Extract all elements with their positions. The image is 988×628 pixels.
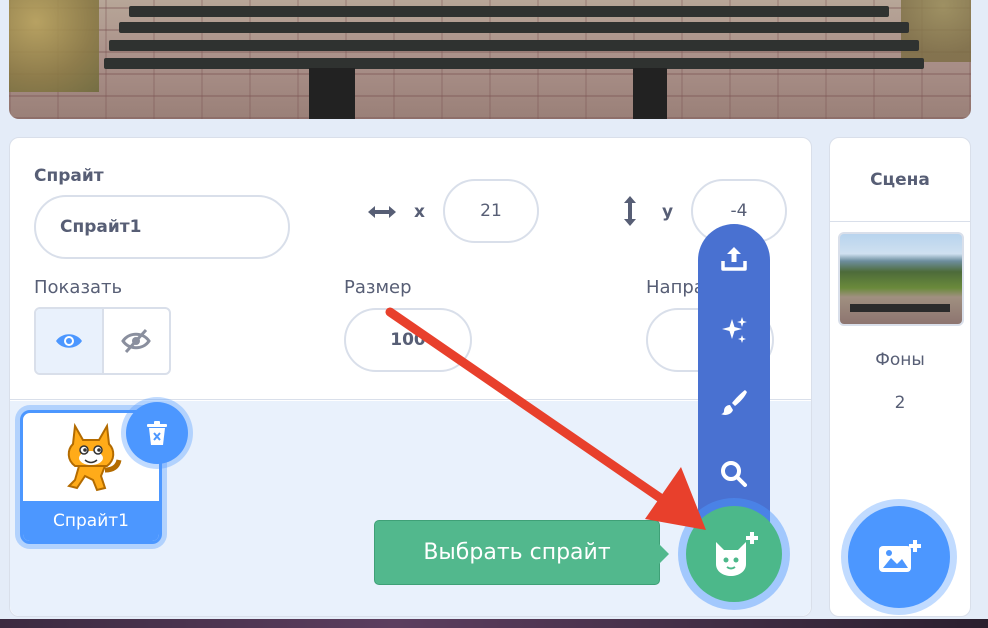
cat-sprite-icon <box>67 422 122 492</box>
sprite-label: Спрайт <box>34 166 104 186</box>
add-backdrop-icon <box>879 540 921 572</box>
search-icon <box>721 461 747 487</box>
add-sprite-cat-icon <box>716 532 758 576</box>
choose-sprite-button[interactable] <box>686 506 782 602</box>
paint-sprite-button[interactable] <box>698 378 770 426</box>
backdrops-count: 2 <box>894 393 906 413</box>
trash-icon <box>147 421 167 445</box>
search-sprite-button[interactable] <box>698 450 770 498</box>
show-label: Показать <box>34 277 123 298</box>
y-arrows-icon <box>624 196 636 226</box>
backdrops-label: Фоны <box>875 350 925 370</box>
bench-leg <box>633 68 667 119</box>
sprite-chooser-flyout <box>698 224 770 534</box>
hide-button[interactable] <box>104 309 170 373</box>
paint-icon <box>721 390 747 415</box>
x-arrows-icon <box>368 206 396 218</box>
stage-backdrop-grass <box>9 0 99 92</box>
stage-backdrop-grass <box>901 0 971 62</box>
show-button[interactable] <box>36 309 104 373</box>
eye-slash-icon <box>121 328 152 354</box>
surprise-sprite-button[interactable] <box>698 306 770 354</box>
sprite-info: Спрайт Спрайт1 x 21 y -4 Показать Размер… <box>10 138 811 400</box>
y-label: y <box>662 202 674 222</box>
choose-sprite-tooltip: Выбрать спрайт <box>374 520 669 585</box>
bench-leg <box>309 68 355 119</box>
thumbnail-bench <box>850 304 950 312</box>
show-toggle-group <box>34 307 171 375</box>
eye-icon <box>55 334 82 348</box>
bench-plank <box>109 40 919 51</box>
sprite-tile-name: Спрайт1 <box>23 501 159 541</box>
stage-thumbnail[interactable] <box>838 232 964 326</box>
x-input[interactable]: 21 <box>443 179 539 243</box>
stage-title: Сцена <box>830 138 970 222</box>
direction-label: Напра <box>646 277 705 298</box>
stage-canvas[interactable] <box>9 0 971 119</box>
sprite-name-input[interactable]: Спрайт1 <box>34 195 290 259</box>
delete-sprite-button[interactable] <box>126 402 188 464</box>
window-bottom-edge <box>0 619 988 628</box>
upload-icon <box>721 247 747 271</box>
bench-plank <box>119 22 909 33</box>
x-label: x <box>414 202 425 222</box>
size-label: Размер <box>344 277 412 298</box>
bench-plank <box>129 6 889 17</box>
size-input[interactable]: 100 <box>344 308 472 372</box>
bench-plank <box>104 58 924 69</box>
upload-sprite-button[interactable] <box>698 234 770 282</box>
surprise-icon <box>722 317 747 343</box>
choose-backdrop-button[interactable] <box>848 506 950 608</box>
